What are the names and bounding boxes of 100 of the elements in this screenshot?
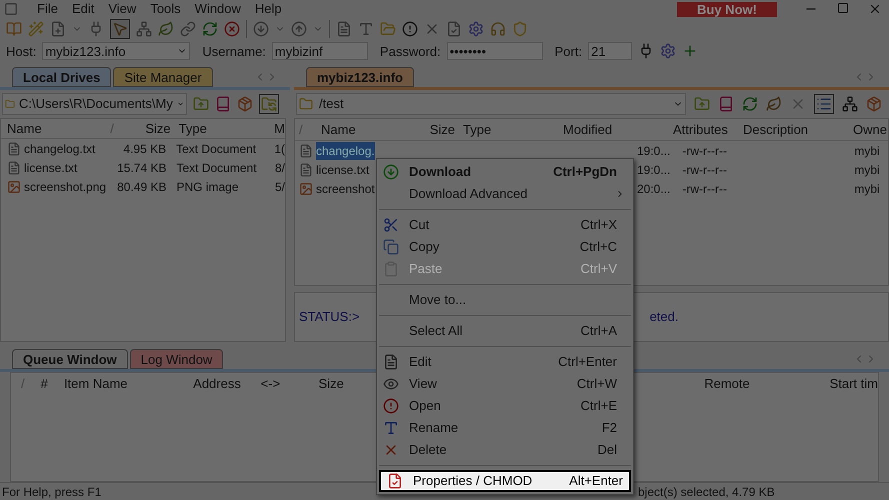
pointer-toggle[interactable]	[110, 19, 130, 40]
folder-icon[interactable]	[380, 21, 396, 38]
menu-item[interactable]: Move to...	[377, 289, 633, 311]
shield-icon[interactable]	[512, 21, 528, 38]
leaf-icon[interactable]	[158, 21, 174, 38]
refresh-icon[interactable]	[202, 21, 218, 38]
file-name[interactable]: screenshot.png	[24, 178, 106, 196]
menu-item[interactable]: Tools	[143, 0, 188, 19]
new-file-icon[interactable]	[50, 21, 66, 38]
tab[interactable]: Site Manager	[113, 67, 213, 87]
rename-icon	[383, 420, 399, 436]
column-header[interactable]: M	[272, 118, 285, 138]
buy-now-button[interactable]: Buy Now!	[677, 2, 777, 16]
menu-item[interactable]: Copy Ctrl+C	[377, 236, 633, 258]
file-name[interactable]: license.txt	[316, 160, 370, 178]
file-name[interactable]: license.txt	[24, 158, 78, 176]
menu-item[interactable]: Edit	[64, 0, 102, 19]
menu-item[interactable]: Cut Ctrl+X	[377, 214, 633, 236]
column-header[interactable]: Description	[739, 120, 849, 140]
headphones-icon[interactable]	[490, 21, 506, 38]
column-header[interactable]: #	[32, 374, 58, 394]
gear-icon[interactable]	[468, 21, 484, 38]
column-header[interactable]: Size	[124, 118, 175, 138]
properties-icon[interactable]	[446, 21, 462, 38]
column-header[interactable]: Owne	[849, 120, 887, 140]
rename-icon[interactable]	[358, 21, 374, 38]
tab[interactable]: Local Drives	[12, 67, 112, 87]
column-header[interactable]: Type	[174, 118, 272, 138]
column-header[interactable]: /	[11, 374, 33, 394]
menu-item[interactable]: File	[30, 0, 65, 19]
image-file-icon	[299, 182, 313, 196]
folder-icon	[299, 97, 313, 111]
book-icon[interactable]	[6, 21, 22, 38]
column-header[interactable]: Attributes	[669, 120, 739, 140]
file-modified: 19:0...	[637, 162, 670, 178]
status-text: For Help, press F1	[1, 484, 102, 500]
column-header[interactable]: /	[110, 118, 124, 138]
file-name[interactable]: changelog.txt	[24, 140, 96, 158]
folder-up-icon[interactable]	[193, 96, 209, 112]
leaf-icon[interactable]	[766, 96, 782, 112]
username-field[interactable]: mybizinf	[272, 42, 368, 60]
menu-item[interactable]: View Ctrl+W	[377, 373, 633, 395]
tab[interactable]: Log Window	[130, 349, 224, 369]
package-icon[interactable]	[237, 96, 253, 112]
network-icon[interactable]	[842, 96, 858, 112]
folder-up-icon[interactable]	[694, 96, 710, 112]
file-name[interactable]: changelog.	[316, 142, 375, 160]
package-icon[interactable]	[866, 96, 882, 112]
column-header[interactable]: Type	[459, 120, 559, 140]
text-file-icon	[299, 144, 313, 158]
tab[interactable]: Queue Window	[12, 349, 128, 369]
column-header[interactable]: Remote	[704, 374, 830, 394]
column-header[interactable]: Modified	[559, 120, 669, 140]
file-modified: 8/	[274, 160, 285, 176]
host-field[interactable]: mybiz123.info	[42, 42, 190, 60]
menu-item[interactable]: Properties / CHMOD Alt+Enter	[379, 470, 631, 492]
column-header[interactable]: Start tim	[830, 374, 878, 394]
column-header[interactable]: <->	[260, 374, 319, 394]
menu-item[interactable]: Help	[248, 0, 289, 19]
file-modified: 19:0...	[637, 142, 670, 160]
menu-item[interactable]: Open Ctrl+E	[377, 395, 633, 417]
menu-item[interactable]: Download Advanced	[377, 183, 633, 205]
menu-item[interactable]: Download Ctrl+PgDn	[377, 161, 633, 183]
menu-item[interactable]: Select All Ctrl+A	[377, 320, 633, 342]
file-name[interactable]: screenshot	[316, 180, 375, 198]
stop-icon[interactable]	[224, 21, 240, 38]
menu-item[interactable]: Rename F2	[377, 417, 633, 439]
refresh-icon[interactable]	[742, 96, 758, 112]
image-file-icon	[7, 180, 21, 194]
menu-item[interactable]: Delete Del	[377, 439, 633, 461]
upload-icon[interactable]	[291, 21, 307, 38]
status-text: bject(s) selected, 4.79 KB	[638, 484, 776, 500]
exclamation-icon[interactable]	[402, 21, 418, 38]
password-field[interactable]: ••••••••	[446, 42, 543, 60]
book-icon[interactable]	[215, 96, 231, 112]
column-header[interactable]: Name	[315, 120, 401, 140]
local-path-field[interactable]: C:\Users\R\Documents\My	[2, 93, 187, 115]
remote-path-field[interactable]: /test	[296, 93, 686, 115]
list-view-toggle[interactable]	[814, 94, 834, 114]
port-field[interactable]: 21	[588, 42, 632, 60]
tab[interactable]: mybiz123.info	[306, 67, 414, 87]
menu-item[interactable]: Edit Ctrl+Enter	[377, 351, 633, 373]
menu-item[interactable]: View	[101, 0, 144, 19]
wand-icon[interactable]	[28, 21, 44, 38]
column-header[interactable]: Item Name	[58, 374, 194, 394]
download-icon[interactable]	[253, 21, 269, 38]
file-owner: mybi	[853, 142, 880, 160]
copy-icon	[383, 239, 399, 255]
column-header[interactable]: /	[295, 120, 315, 140]
edit-icon[interactable]	[336, 21, 352, 38]
column-header[interactable]: Address	[193, 374, 261, 394]
gear-icon[interactable]	[660, 43, 676, 60]
text-file-icon	[299, 162, 313, 176]
column-header[interactable]: Name	[1, 118, 110, 138]
sync-toggle[interactable]	[259, 94, 279, 114]
column-header[interactable]: Size	[401, 120, 459, 140]
network-icon[interactable]	[136, 21, 152, 38]
book-icon[interactable]	[718, 96, 734, 112]
file-owner: mybi	[853, 180, 880, 198]
menu-item[interactable]: Window	[188, 0, 248, 19]
